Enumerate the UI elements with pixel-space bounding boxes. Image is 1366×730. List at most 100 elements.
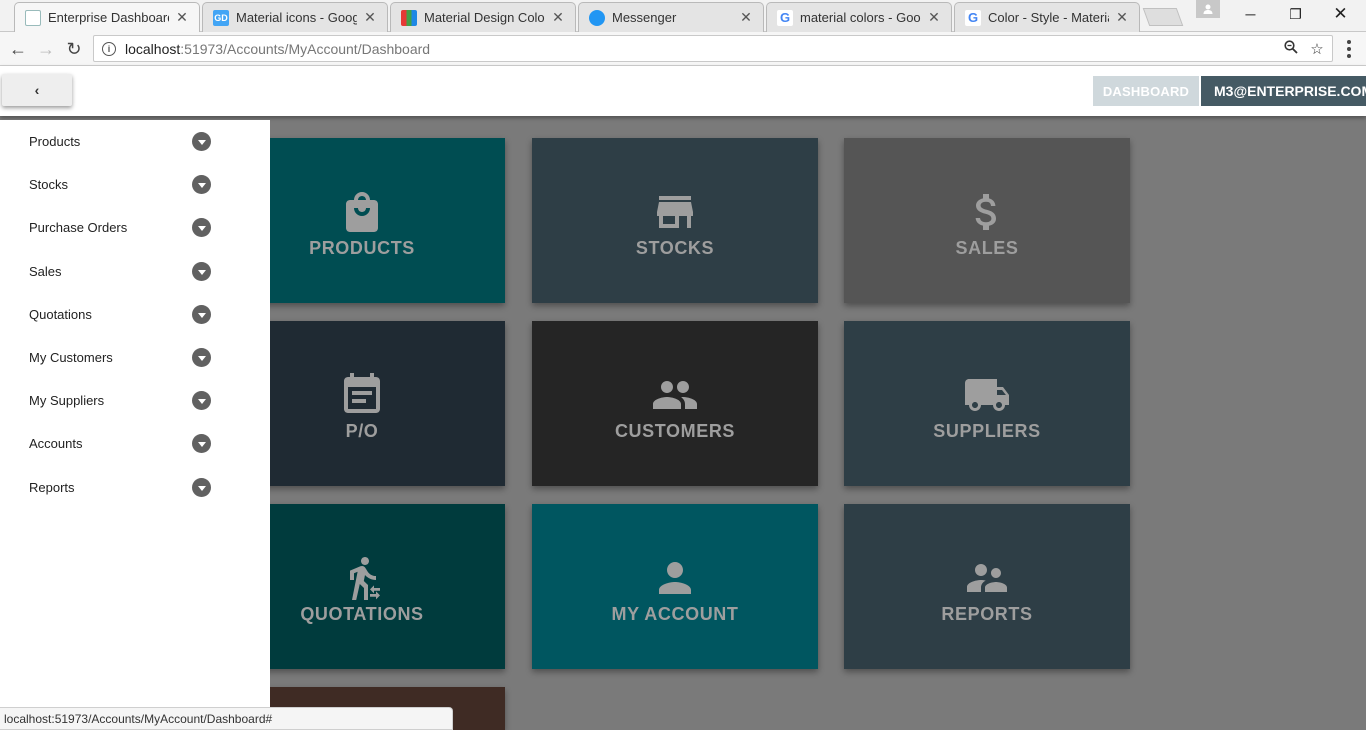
page-icon	[25, 9, 41, 26]
shopping-bag-icon	[346, 192, 378, 232]
address-url[interactable]: localhost:51973/Accounts/MyAccount/Dashb…	[125, 41, 1280, 57]
walker-icon	[350, 557, 380, 600]
supervisor-icon	[967, 564, 1007, 592]
chevron-down-icon[interactable]	[192, 305, 211, 324]
sidebar-item-label: Accounts	[29, 436, 83, 451]
tab-messenger[interactable]: Messenger ✕	[578, 2, 764, 32]
status-bar-url: localhost:51973/Accounts/MyAccount/Dashb…	[0, 707, 453, 730]
forward-arrow-icon[interactable]: →	[33, 36, 59, 62]
tile-stocks[interactable]: STOCKS	[532, 138, 818, 303]
window-close-icon[interactable]: ✕	[1318, 0, 1363, 28]
address-path: :51973/Accounts/MyAccount/Dashboard	[180, 40, 431, 57]
tile-suppliers[interactable]: SUPPLIERS	[844, 321, 1130, 486]
sidebar-item-label: Reports	[29, 480, 75, 495]
sidebar-item-purchase-orders[interactable]: Purchase Orders	[0, 206, 270, 249]
tile-label: STOCKS	[635, 238, 715, 258]
gd-icon: GD	[213, 9, 229, 26]
truck-icon	[965, 379, 1009, 411]
tab-title: Messenger	[612, 10, 677, 25]
tab-material-icons[interactable]: GD Material icons - Google ✕	[202, 2, 388, 32]
sidebar-item-label: Purchase Orders	[29, 220, 128, 235]
close-icon[interactable]: ✕	[927, 9, 941, 26]
sidebar-item-sales[interactable]: Sales	[0, 250, 270, 293]
browser-tab-strip: Enterprise Dashboard ✕ GD Material icons…	[0, 0, 1366, 32]
sidebar-item-products[interactable]: Products	[0, 120, 270, 163]
info-icon[interactable]: i	[102, 41, 116, 56]
restore-icon[interactable]: ❐	[1273, 0, 1318, 28]
tile-reports[interactable]: REPORTS	[844, 504, 1130, 669]
app-header: ‹ DASHBOARD M3@ENTERPRISE.COM ▾	[0, 66, 1366, 116]
tab-enterprise-dashboard[interactable]: Enterprise Dashboard ✕	[14, 2, 200, 32]
address-bar[interactable]: i localhost:51973/Accounts/MyAccount/Das…	[93, 35, 1333, 62]
chevron-down-icon[interactable]	[192, 391, 211, 410]
store-icon	[657, 196, 693, 228]
tab-title: Material Design Colors,	[424, 10, 545, 25]
tile-label: SUPPLIERS	[933, 421, 1041, 441]
back-arrow-icon[interactable]: ←	[5, 36, 31, 62]
tab-material-colors-google[interactable]: G material colors - Google ✕	[766, 2, 952, 32]
sidebar-item-label: Stocks	[29, 177, 69, 192]
chevron-down-icon[interactable]	[192, 175, 211, 194]
collapse-sidebar-button[interactable]: ‹	[2, 74, 72, 106]
sidebar: Products Stocks Purchase Orders Sales Qu…	[0, 120, 270, 730]
tile-sales[interactable]: SALES	[844, 138, 1130, 303]
tile-label: REPORTS	[941, 604, 1033, 624]
browser-menu-icon[interactable]	[1340, 38, 1358, 60]
chevron-down-icon[interactable]	[192, 348, 211, 367]
tile-label: PRODUCTS	[309, 238, 415, 258]
google-icon: G	[965, 9, 981, 26]
chevron-down-icon[interactable]	[192, 218, 211, 237]
dollar-icon	[975, 194, 996, 230]
sidebar-item-quotations[interactable]: Quotations	[0, 293, 270, 336]
sidebar-item-accounts[interactable]: Accounts	[0, 422, 270, 465]
sidebar-item-my-customers[interactable]: My Customers	[0, 336, 270, 379]
close-icon[interactable]: ✕	[551, 9, 565, 26]
user-menu-button[interactable]: M3@ENTERPRISE.COM ▾	[1201, 76, 1366, 106]
tile-customers[interactable]: CUSTOMERS	[532, 321, 818, 486]
chevron-down-icon[interactable]	[192, 262, 211, 281]
palette-icon	[401, 9, 417, 26]
tab-material-colors[interactable]: Material Design Colors, ✕	[390, 2, 576, 32]
dashboard-button[interactable]: DASHBOARD	[1093, 76, 1199, 106]
calendar-note-icon	[344, 373, 380, 413]
tile-label: MY ACCOUNT	[611, 604, 739, 624]
reload-icon[interactable]: ↻	[61, 36, 87, 62]
bookmark-star-icon[interactable]: ☆	[1306, 40, 1328, 58]
sidebar-item-label: Products	[29, 134, 81, 149]
sidebar-item-label: My Customers	[29, 350, 113, 365]
sidebar-item-reports[interactable]: Reports	[0, 466, 270, 509]
chevron-down-icon[interactable]	[192, 132, 211, 151]
chevron-down-icon[interactable]	[192, 478, 211, 497]
tile-label: QUOTATIONS	[300, 604, 424, 624]
address-host: localhost	[125, 40, 181, 57]
google-icon: G	[777, 9, 793, 26]
tab-title: material colors - Google	[800, 10, 921, 25]
tile-my-account[interactable]: MY ACCOUNT	[532, 504, 818, 669]
tab-color-style[interactable]: G Color - Style - Material c ✕	[954, 2, 1140, 32]
person-icon	[659, 562, 691, 594]
sidebar-item-label: Sales	[29, 264, 62, 279]
tile-label: CUSTOMERS	[614, 421, 736, 441]
people-icon	[653, 381, 697, 409]
tile-label: P/O	[345, 421, 379, 441]
profile-icon[interactable]	[1196, 0, 1220, 18]
close-icon[interactable]: ✕	[363, 9, 377, 26]
tab-title: Enterprise Dashboard	[48, 10, 169, 25]
messenger-icon	[589, 9, 605, 26]
sidebar-item-label: Quotations	[29, 307, 92, 322]
sidebar-item-stocks[interactable]: Stocks	[0, 163, 270, 206]
browser-toolbar: ← → ↻ i localhost:51973/Accounts/MyAccou…	[0, 32, 1366, 66]
zoom-icon[interactable]	[1280, 39, 1302, 58]
tab-title: Material icons - Google	[236, 10, 357, 25]
close-icon[interactable]: ✕	[1115, 9, 1129, 26]
user-email: M3@ENTERPRISE.COM	[1214, 83, 1366, 99]
minimize-icon[interactable]: ─	[1228, 0, 1273, 28]
tab-title: Color - Style - Material c	[988, 10, 1109, 25]
close-icon[interactable]: ✕	[739, 9, 753, 26]
sidebar-item-label: My Suppliers	[29, 393, 105, 408]
chevron-down-icon[interactable]	[192, 434, 211, 453]
new-tab-button[interactable]	[1142, 8, 1184, 26]
sidebar-item-my-suppliers[interactable]: My Suppliers	[0, 379, 270, 422]
tile-label: SALES	[955, 238, 1019, 258]
close-icon[interactable]: ✕	[175, 9, 189, 26]
